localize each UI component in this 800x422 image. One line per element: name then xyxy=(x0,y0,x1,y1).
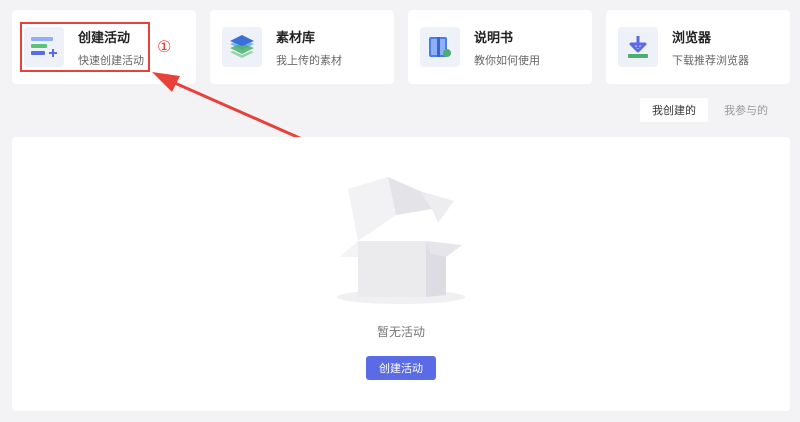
tab-my-participated[interactable]: 我参与的 xyxy=(712,98,780,122)
empty-box-icon xyxy=(337,177,465,304)
activity-list-panel: 暂无活动 创建活动 xyxy=(12,137,790,411)
create-activity-button[interactable]: 创建活动 xyxy=(366,356,436,380)
filter-tabs: 我创建的 我参与的 xyxy=(640,98,780,122)
tab-my-created[interactable]: 我创建的 xyxy=(640,98,708,122)
empty-state-message: 暂无活动 xyxy=(376,325,425,339)
